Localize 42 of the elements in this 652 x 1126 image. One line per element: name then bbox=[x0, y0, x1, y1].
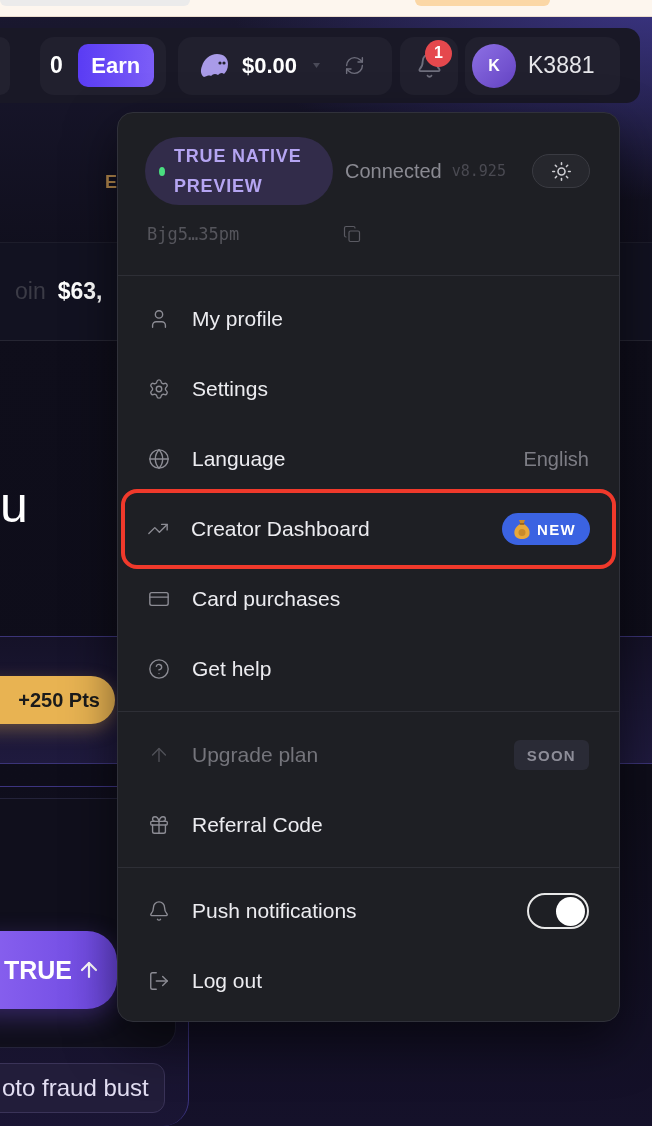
wallet-address: Bjg5…35pm bbox=[147, 224, 240, 244]
new-badge: NEW bbox=[502, 513, 590, 545]
refresh-button[interactable] bbox=[344, 55, 365, 77]
toggle-switch[interactable] bbox=[527, 893, 589, 929]
soon-badge: SOON bbox=[513, 740, 589, 770]
gift-icon bbox=[148, 814, 170, 836]
action-button[interactable]: TRUE bbox=[0, 931, 117, 1009]
connection-status: Connected bbox=[345, 159, 442, 183]
menu-item[interactable]: Referral Code bbox=[126, 790, 611, 860]
copy-icon bbox=[343, 225, 362, 243]
notification-badge: 1 bbox=[425, 39, 452, 67]
item-value: English bbox=[523, 447, 589, 471]
tab-label[interactable]: E bbox=[105, 171, 117, 193]
menu-item[interactable]: Creator Dashboard NEW bbox=[121, 489, 616, 569]
notifications-button[interactable]: 1 bbox=[400, 36, 458, 95]
menu-item[interactable]: My profile bbox=[126, 284, 611, 354]
price-value: $63, bbox=[57, 278, 103, 305]
copy-button[interactable] bbox=[343, 225, 362, 243]
refresh-icon bbox=[344, 55, 365, 77]
menu-item[interactable]: Settings bbox=[126, 354, 611, 424]
menu-item[interactable]: Get help bbox=[126, 634, 611, 704]
globe-icon bbox=[148, 448, 170, 470]
money-bag-icon bbox=[514, 519, 531, 539]
points-badge: +250 Pts bbox=[0, 676, 115, 724]
logout-icon bbox=[148, 970, 170, 992]
earn-button[interactable]: Earn bbox=[77, 44, 154, 88]
sun-icon bbox=[550, 160, 572, 182]
menu-item[interactable]: Push notifications bbox=[126, 876, 611, 946]
caret-icon bbox=[313, 63, 321, 69]
preview-label: TRUE NATIVE PREVIEW bbox=[174, 145, 303, 198]
points-count: 0 bbox=[50, 52, 63, 80]
settings-icon bbox=[148, 378, 170, 400]
menu-item[interactable]: Log out bbox=[126, 946, 611, 1016]
ghost-icon bbox=[200, 53, 229, 79]
help-icon bbox=[148, 658, 170, 680]
theme-button[interactable] bbox=[532, 154, 590, 188]
user-avatar: K bbox=[472, 43, 516, 88]
hero-heading: u bbox=[0, 475, 28, 534]
bell-icon bbox=[148, 900, 170, 922]
account-button[interactable]: K K3881 bbox=[465, 36, 620, 95]
balance-button[interactable]: $0.00 bbox=[242, 52, 321, 79]
topic-chip[interactable]: oto fraud bust bbox=[0, 1063, 165, 1113]
